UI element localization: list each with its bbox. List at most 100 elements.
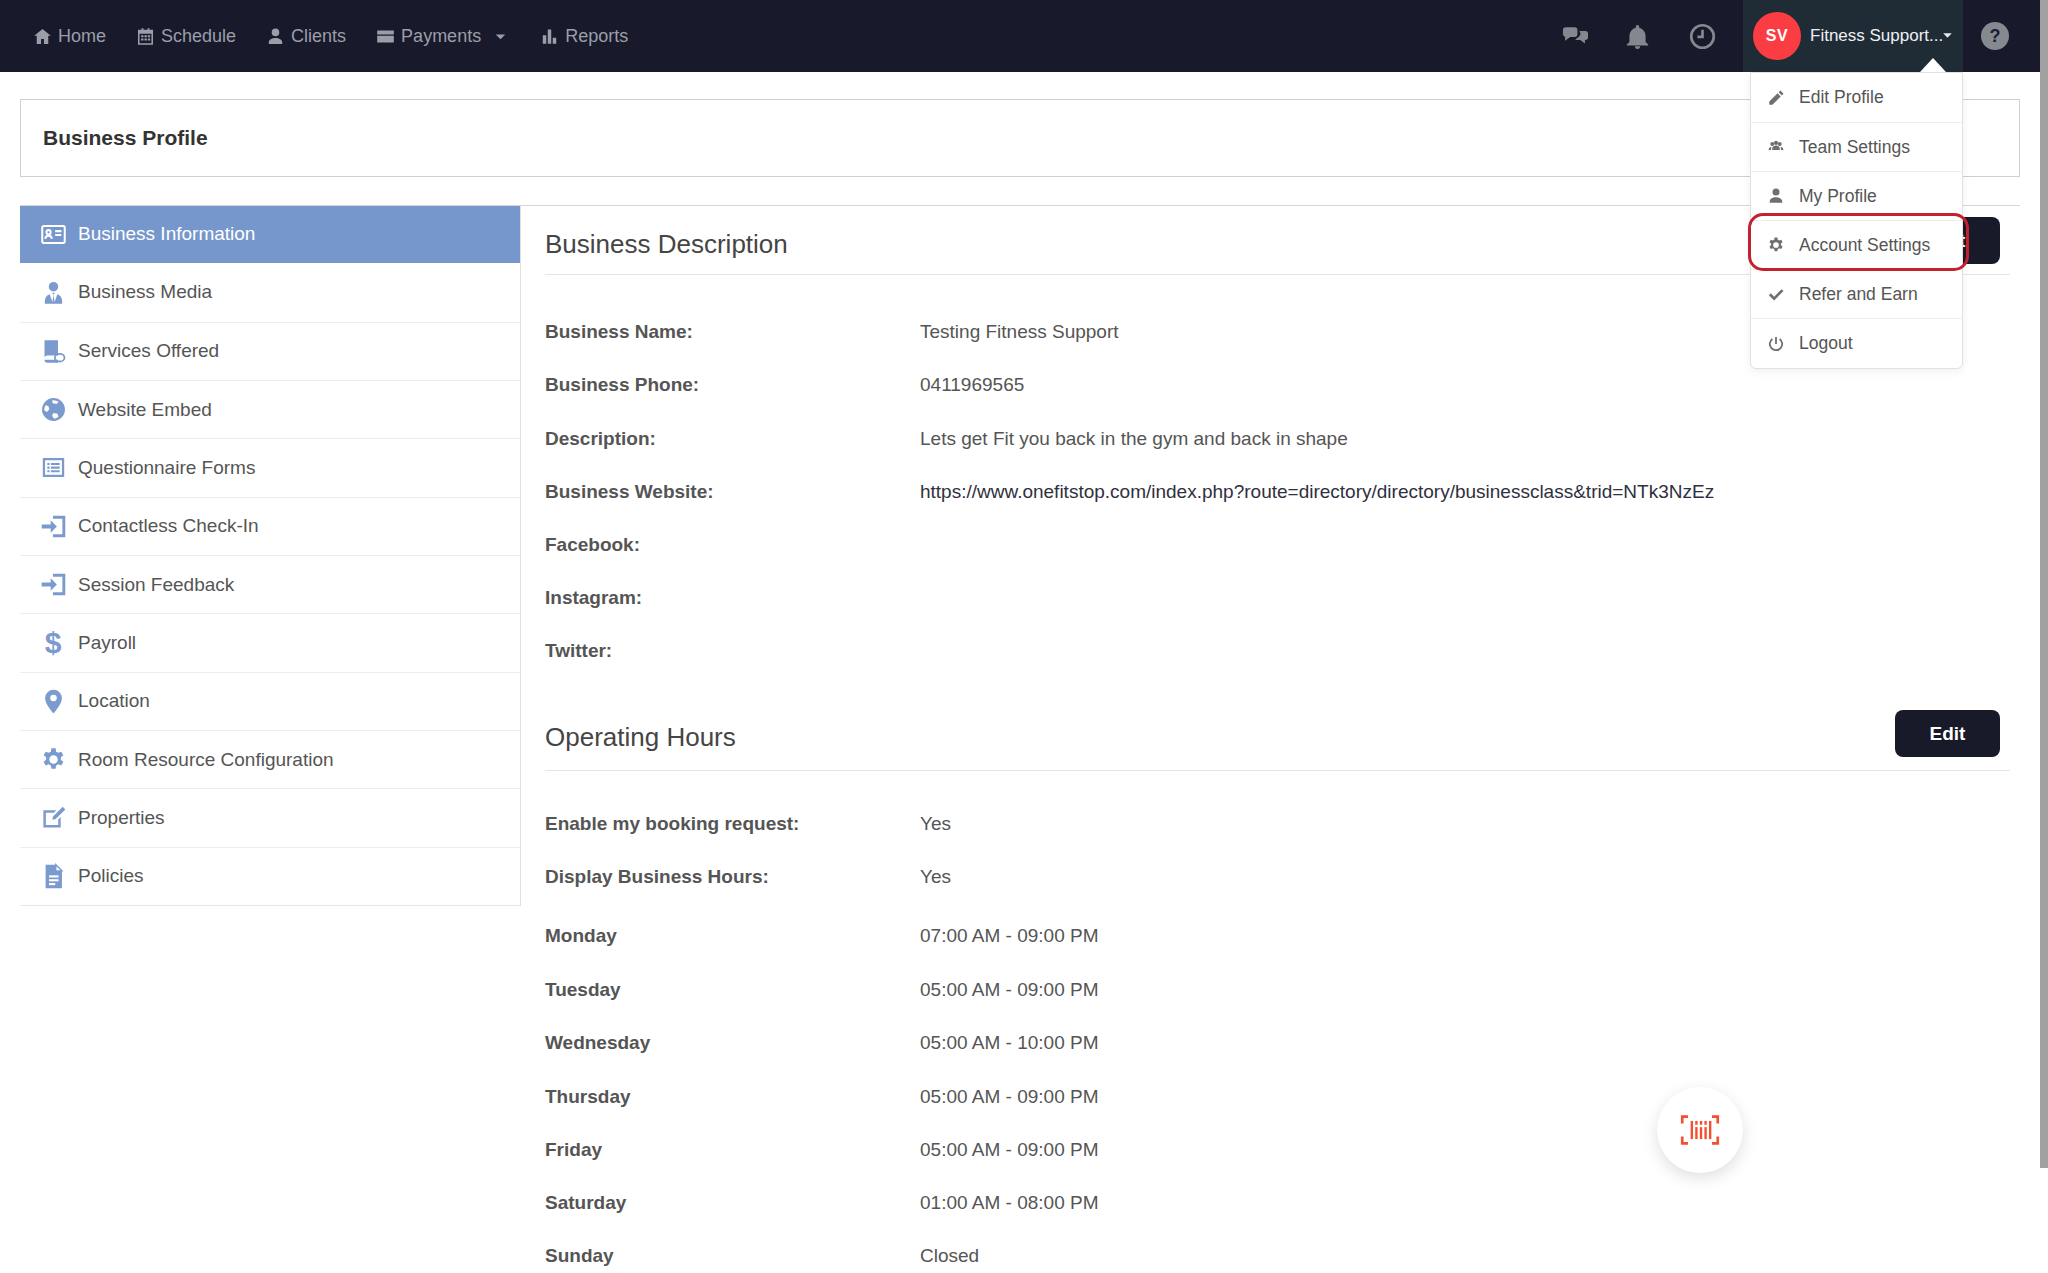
nav-item-schedule[interactable]: Schedule (136, 26, 236, 47)
field-friday: Friday 05:00 AM - 09:00 PM (521, 1137, 2021, 1163)
user-icon (1765, 185, 1787, 207)
field-value: 05:00 AM - 09:00 PM (920, 1084, 1099, 1110)
sidebar-item-website-embed[interactable]: Website Embed (20, 380, 520, 438)
home-icon (33, 27, 52, 46)
sidebar-item-questionnaire-forms[interactable]: Questionnaire Forms (20, 438, 520, 496)
sidebar-item-label: Questionnaire Forms (78, 457, 255, 479)
check-icon (1765, 283, 1787, 305)
field-value: Yes (920, 864, 951, 890)
sidebar-item-business-information[interactable]: Business Information (20, 205, 520, 263)
map-pin-icon (38, 686, 68, 716)
field-saturday: Saturday 01:00 AM - 08:00 PM (521, 1190, 2021, 1216)
menu-item-team-settings[interactable]: Team Settings (1751, 122, 1962, 171)
field-label: Saturday (545, 1190, 626, 1216)
field-monday: Monday 07:00 AM - 09:00 PM (521, 923, 2021, 949)
menu-item-label: Logout (1799, 333, 1853, 354)
menu-item-edit-profile[interactable]: Edit Profile (1751, 73, 1962, 122)
field-value: 01:00 AM - 08:00 PM (920, 1190, 1099, 1216)
person-icon (38, 277, 68, 307)
power-icon (1765, 333, 1787, 355)
sidebar-item-business-media[interactable]: Business Media (20, 263, 520, 321)
help-button[interactable]: ? (1981, 22, 2009, 50)
sidebar-item-payroll[interactable]: $ Payroll (20, 613, 520, 671)
sidebar-item-label: Website Embed (78, 399, 212, 421)
chat-icon[interactable] (1562, 0, 1589, 72)
field-business-website: Business Website: https://www.onefitstop… (521, 479, 2021, 505)
field-label: Display Business Hours: (545, 864, 769, 890)
menu-item-label: Refer and Earn (1799, 284, 1918, 305)
edit-document-icon (38, 803, 68, 833)
clock-icon[interactable] (1689, 0, 1716, 72)
globe-icon (38, 395, 68, 425)
field-label: Business Phone: (545, 372, 699, 398)
operating-hours-edit-button[interactable]: Edit (1895, 710, 2000, 757)
sign-in-icon (38, 511, 68, 541)
sidebar-item-policies[interactable]: Policies (20, 847, 520, 905)
field-value: 07:00 AM - 09:00 PM (920, 923, 1099, 949)
sidebar-item-room-resource-configuration[interactable]: Room Resource Configuration (20, 730, 520, 788)
dollar-icon: $ (38, 628, 68, 658)
id-card-icon (38, 219, 68, 249)
annotation-highlight-box (1748, 213, 1969, 271)
sign-in-icon (38, 570, 68, 600)
navbar-left: Home Schedule Clients Payments Reports (33, 0, 628, 72)
menu-item-refer-and-earn[interactable]: Refer and Earn (1751, 269, 1962, 318)
sidebar-item-session-feedback[interactable]: Session Feedback (20, 555, 520, 613)
gear-icon (38, 745, 68, 775)
sidebar-item-location[interactable]: Location (20, 672, 520, 730)
nav-item-payments[interactable]: Payments (376, 26, 510, 47)
field-description: Description: Lets get Fit you back in th… (521, 426, 2021, 452)
bar-chart-icon (540, 27, 559, 46)
nav-item-label: Schedule (161, 26, 236, 47)
file-icon (38, 861, 68, 891)
field-label: Instagram: (545, 585, 642, 611)
caret-down-icon (1941, 29, 1954, 42)
field-label: Friday (545, 1137, 602, 1163)
field-value: Lets get Fit you back in the gym and bac… (920, 426, 1348, 452)
menu-item-logout[interactable]: Logout (1751, 318, 1962, 367)
chevron-down-icon (491, 27, 510, 46)
user-icon (266, 27, 285, 46)
barcode-scan-fab[interactable] (1657, 1087, 1743, 1173)
sidebar-item-label: Services Offered (78, 340, 219, 362)
field-label: Wednesday (545, 1030, 650, 1056)
sidebar-item-label: Payroll (78, 632, 136, 654)
page-title-box: Business Profile (20, 99, 2020, 177)
sidebar-item-label: Room Resource Configuration (78, 749, 334, 771)
operating-hours-title: Operating Hours (545, 722, 736, 753)
scrollbar-thumb[interactable] (2040, 0, 2048, 1168)
field-value: 0411969565 (920, 372, 1024, 398)
field-value: Testing Fitness Support (920, 319, 1119, 345)
nav-item-clients[interactable]: Clients (266, 26, 346, 47)
sidebar-item-services-offered[interactable]: Services Offered (20, 322, 520, 380)
sidebar-item-label: Contactless Check-In (78, 515, 259, 537)
book-chat-icon (38, 336, 68, 366)
nav-item-label: Reports (565, 26, 628, 47)
form-icon (38, 453, 68, 483)
field-label: Twitter: (545, 638, 612, 664)
pencil-icon (1765, 87, 1787, 109)
divider (545, 770, 2010, 771)
field-label: Description: (545, 426, 656, 452)
content-top-divider (20, 205, 2020, 206)
field-value: 05:00 AM - 10:00 PM (920, 1030, 1099, 1056)
nav-item-home[interactable]: Home (33, 26, 106, 47)
dropdown-caret (1920, 58, 1946, 72)
barcode-icon (1679, 1112, 1721, 1148)
page-title: Business Profile (43, 126, 208, 150)
sidebar-item-properties[interactable]: Properties (20, 788, 520, 846)
field-enable-booking: Enable my booking request: Yes (521, 811, 2021, 837)
avatar[interactable]: SV (1753, 12, 1801, 60)
sidebar-item-contactless-check-in[interactable]: Contactless Check-In (20, 497, 520, 555)
bell-icon[interactable] (1624, 0, 1651, 72)
field-wednesday: Wednesday 05:00 AM - 10:00 PM (521, 1030, 2021, 1056)
sidebar-item-label: Business Information (78, 223, 255, 245)
nav-item-label: Payments (401, 26, 481, 47)
users-icon (1765, 136, 1787, 158)
nav-item-reports[interactable]: Reports (540, 26, 628, 47)
menu-item-label: Edit Profile (1799, 87, 1884, 108)
field-twitter: Twitter: (521, 638, 2021, 664)
field-value-url[interactable]: https://www.onefitstop.com/index.php?rou… (920, 479, 1714, 505)
credit-card-icon (376, 27, 395, 46)
field-thursday: Thursday 05:00 AM - 09:00 PM (521, 1084, 2021, 1110)
